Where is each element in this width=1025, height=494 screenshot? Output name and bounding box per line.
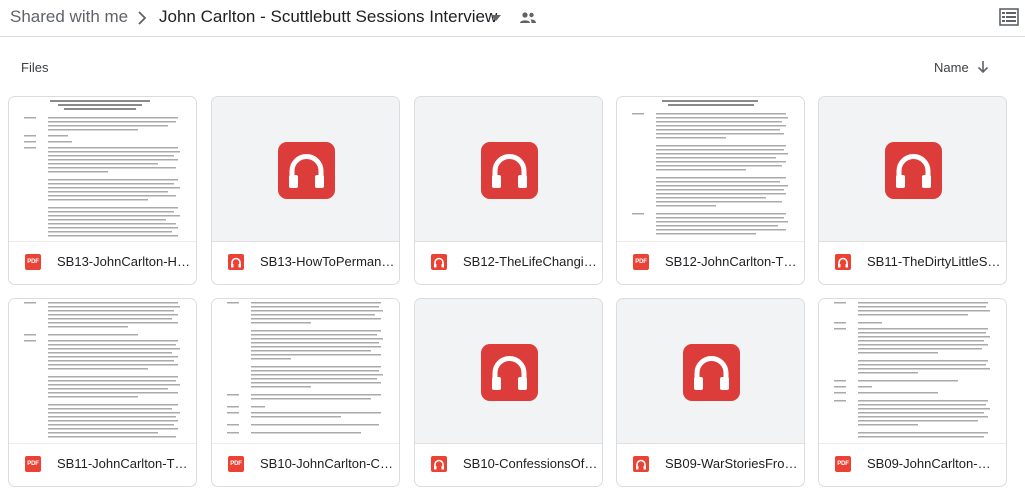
file-card[interactable]: SB13-HowToPermanentl...	[211, 96, 400, 285]
audio-preview	[819, 97, 1006, 242]
audio-file-icon	[228, 254, 244, 270]
headphones-icon	[885, 142, 942, 199]
card-footer: PDF SB13-JohnCarlton-How...	[9, 242, 196, 284]
document-page-preview	[24, 302, 180, 438]
file-name: SB12-TheLifeChangingL...	[463, 254, 598, 269]
card-footer: PDF SB11-JohnCarlton-The...	[9, 444, 196, 486]
card-footer: SB13-HowToPermanentl...	[212, 242, 399, 284]
document-page-preview	[632, 100, 788, 235]
headphones-icon	[481, 344, 538, 401]
file-card[interactable]: SB10-ConfessionsOfA...	[414, 298, 603, 487]
chevron-right-icon	[138, 11, 147, 25]
file-card[interactable]: SB09-WarStoriesFrom...	[616, 298, 805, 487]
arrow-down-icon[interactable]	[976, 59, 990, 75]
audio-file-icon	[835, 254, 851, 270]
file-name: SB13-HowToPermanentl...	[260, 254, 395, 269]
card-footer: SB11-TheDirtyLittleSec...	[819, 242, 1006, 284]
files-section-label: Files	[21, 60, 49, 75]
file-name: SB12-JohnCarlton-The...	[665, 254, 800, 269]
file-name: SB09-WarStoriesFrom...	[665, 456, 800, 471]
pdf-preview	[819, 299, 1006, 444]
card-footer: PDF SB10-JohnCarlton-Co...	[212, 444, 399, 486]
pdf-preview	[617, 97, 804, 242]
file-card[interactable]: PDF SB13-JohnCarlton-How...	[8, 96, 197, 285]
sort-by-name-button[interactable]: Name	[934, 60, 969, 75]
card-footer: SB10-ConfessionsOfA...	[415, 444, 602, 486]
breadcrumb-bar: Shared with me John Carlton - Scuttlebut…	[0, 0, 1025, 37]
card-footer: SB09-WarStoriesFrom...	[617, 444, 804, 486]
pdf-file-icon: PDF	[228, 456, 244, 472]
file-card[interactable]: PDF SB11-JohnCarlton-The...	[8, 298, 197, 487]
pdf-preview	[9, 97, 196, 242]
headphones-icon	[683, 344, 740, 401]
pdf-file-icon: PDF	[633, 254, 649, 270]
breadcrumb-current-folder[interactable]: John Carlton - Scuttlebutt Sessions Inte…	[159, 7, 497, 27]
audio-file-icon	[431, 254, 447, 270]
card-footer: PDF SB09-JohnCarlton-Wa...	[819, 444, 1006, 486]
headphones-icon	[481, 142, 538, 199]
pdf-file-icon: PDF	[25, 254, 41, 270]
file-card[interactable]: SB12-TheLifeChangingL...	[414, 96, 603, 285]
file-name: SB13-JohnCarlton-How...	[57, 254, 192, 269]
document-page-preview	[834, 302, 990, 438]
list-view-icon[interactable]	[999, 8, 1019, 26]
file-name: SB10-ConfessionsOfA...	[463, 456, 598, 471]
file-name: SB11-TheDirtyLittleSec...	[867, 254, 1002, 269]
audio-file-icon	[633, 456, 649, 472]
file-card[interactable]: SB11-TheDirtyLittleSec...	[818, 96, 1007, 285]
file-card[interactable]: PDF SB09-JohnCarlton-Wa...	[818, 298, 1007, 487]
file-name: SB11-JohnCarlton-The...	[57, 456, 192, 471]
caret-down-icon[interactable]	[490, 12, 502, 24]
pdf-preview	[212, 299, 399, 444]
breadcrumb-shared-with-me[interactable]: Shared with me	[10, 7, 128, 27]
file-name: SB09-JohnCarlton-Wa...	[867, 456, 1002, 471]
audio-preview	[212, 97, 399, 242]
card-footer: PDF SB12-JohnCarlton-The...	[617, 242, 804, 284]
pdf-file-icon: PDF	[25, 456, 41, 472]
audio-file-icon	[431, 456, 447, 472]
headphones-icon	[278, 142, 335, 199]
people-icon[interactable]	[519, 10, 537, 26]
document-page-preview	[227, 302, 383, 434]
file-card[interactable]: PDF SB10-JohnCarlton-Co...	[211, 298, 400, 487]
audio-preview	[415, 299, 602, 444]
pdf-preview	[9, 299, 196, 444]
pdf-file-icon: PDF	[835, 456, 851, 472]
file-name: SB10-JohnCarlton-Co...	[260, 456, 395, 471]
card-footer: SB12-TheLifeChangingL...	[415, 242, 602, 284]
file-card[interactable]: PDF SB12-JohnCarlton-The...	[616, 96, 805, 285]
audio-preview	[415, 97, 602, 242]
document-page-preview	[24, 100, 180, 237]
audio-preview	[617, 299, 804, 444]
